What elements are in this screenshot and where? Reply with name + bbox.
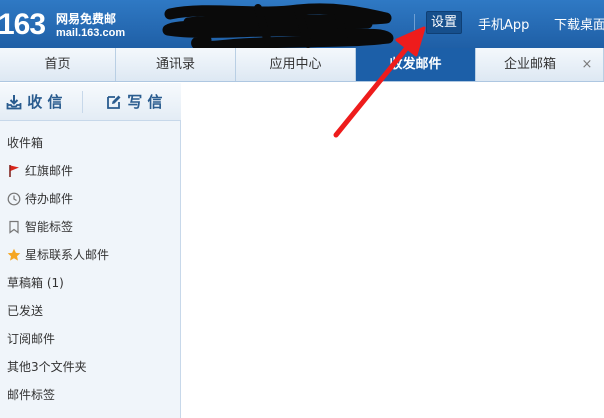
folder-smart-tags[interactable]: 智能标签 <box>0 213 181 241</box>
compose-mail-button[interactable]: 写 信 <box>106 83 162 121</box>
top-header: 163 网易免费邮 mail.163.com 设置 手机App 下载桌面 <box>0 0 604 50</box>
star-icon <box>7 248 21 261</box>
tab-home[interactable]: 首页 <box>0 48 116 81</box>
tab-app-center[interactable]: 应用中心 <box>236 48 356 81</box>
bookmark-icon <box>9 220 19 234</box>
folder-label: 其他3个文件夹 <box>7 360 87 374</box>
folder-label: 智能标签 <box>25 220 74 234</box>
folder-label: 草稿箱 (1) <box>7 276 64 290</box>
folder-label: 星标联系人邮件 <box>25 248 110 262</box>
folder-label: 邮件标签 <box>7 388 56 402</box>
folder-inbox[interactable]: 收件箱 <box>0 129 181 157</box>
red-flag-icon <box>9 165 19 177</box>
folder-mail-tags[interactable]: 邮件标签 <box>0 381 181 409</box>
settings-button[interactable]: 设置 <box>426 11 462 34</box>
receive-mail-button[interactable]: 收 信 <box>6 83 62 121</box>
logo-name: 网易免费邮 <box>56 12 117 26</box>
receive-mail-label: 收 信 <box>27 93 63 111</box>
mail-actions: 收 信 写 信 <box>0 83 181 121</box>
folder-label: 待办邮件 <box>25 192 74 206</box>
folder-label: 收件箱 <box>7 136 44 150</box>
compose-mail-label: 写 信 <box>127 93 163 111</box>
folder-drafts[interactable]: 草稿箱 (1) <box>0 269 181 297</box>
header-divider <box>414 14 415 30</box>
folder-red-flag[interactable]: 红旗邮件 <box>0 157 181 185</box>
action-separator <box>82 91 83 113</box>
main-content-area <box>182 83 604 418</box>
sidebar: 收 信 写 信 收件箱 红旗邮件 待办邮件 智能标签 星标联系人邮件 草稿箱 (… <box>0 83 181 418</box>
compose-pencil-icon <box>107 95 121 109</box>
folder-sent[interactable]: 已发送 <box>0 297 181 325</box>
folder-label: 红旗邮件 <box>25 164 74 178</box>
logo-number: 163 <box>0 8 46 41</box>
folder-list: 收件箱 红旗邮件 待办邮件 智能标签 星标联系人邮件 草稿箱 (1) 已发送 订… <box>0 129 181 409</box>
folder-label: 订阅邮件 <box>7 332 56 346</box>
logo-domain: mail.163.com <box>56 27 126 39</box>
tab-close-icon[interactable]: × <box>580 48 594 81</box>
folder-other-folders[interactable]: 其他3个文件夹 <box>0 353 181 381</box>
tab-mail[interactable]: 收发邮件 <box>356 48 476 81</box>
folder-starred-contacts[interactable]: 星标联系人邮件 <box>0 241 181 269</box>
download-desktop-link[interactable]: 下载桌面 <box>554 14 604 33</box>
folder-todo[interactable]: 待办邮件 <box>0 185 181 213</box>
folder-label: 已发送 <box>7 304 44 318</box>
clock-icon <box>7 192 21 206</box>
redaction-scribble <box>162 3 394 50</box>
mobile-app-link[interactable]: 手机App <box>478 14 529 33</box>
tab-bar: 首页 通讯录 应用中心 收发邮件 企业邮箱 × <box>0 48 604 82</box>
tab-contacts[interactable]: 通讯录 <box>116 48 236 81</box>
inbox-download-icon <box>6 95 22 110</box>
folder-subscriptions[interactable]: 订阅邮件 <box>0 325 181 353</box>
